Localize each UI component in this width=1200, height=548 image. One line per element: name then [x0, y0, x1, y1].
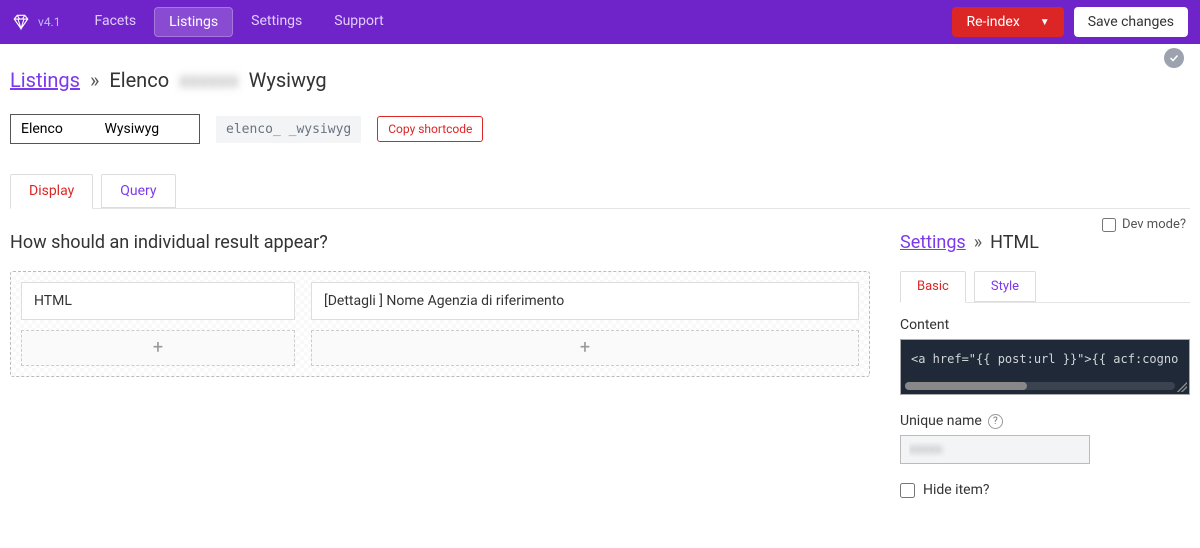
- nav-facets[interactable]: Facets: [80, 7, 150, 37]
- add-item-col1[interactable]: +: [21, 330, 295, 366]
- help-icon[interactable]: ?: [988, 414, 1003, 429]
- breadcrumb-mid: Elenco: [109, 68, 169, 92]
- tab-display[interactable]: Display: [10, 174, 93, 209]
- breadcrumb-sep: »: [90, 68, 99, 92]
- main-tabs: Display Query: [10, 174, 1190, 209]
- settings-tabs: Basic Style: [900, 271, 1190, 303]
- brand: v4.1: [12, 13, 60, 31]
- nav-settings[interactable]: Settings: [237, 7, 316, 37]
- version-label: v4.1: [38, 15, 60, 29]
- settings-bc-leaf: HTML: [990, 232, 1039, 253]
- breadcrumb: Listings » Elenco xxxxxx Wysiwyg: [10, 68, 1190, 92]
- hide-item-checkbox[interactable]: [900, 483, 915, 498]
- dev-mode-checkbox[interactable]: [1102, 218, 1116, 232]
- breadcrumb-tail: Wysiwyg: [249, 68, 327, 92]
- breadcrumb-root[interactable]: Listings: [10, 68, 80, 92]
- slug-display: elenco_ _wysiwyg: [216, 116, 361, 143]
- dev-mode-label: Dev mode?: [1122, 217, 1186, 232]
- settings-bc-root[interactable]: Settings: [900, 232, 966, 253]
- caret-down-icon: ▼: [1040, 17, 1050, 28]
- tab-basic[interactable]: Basic: [900, 271, 966, 303]
- layout-builder: HTML + [Dettagli ] Nome Agenzia di rifer…: [10, 271, 870, 377]
- copy-shortcode-button[interactable]: Copy shortcode: [377, 116, 483, 142]
- hide-item-label: Hide item?: [923, 482, 990, 498]
- diamond-icon: [12, 13, 30, 31]
- breadcrumb-redacted: xxxxxx: [179, 68, 239, 92]
- settings-bc-sep: »: [974, 232, 982, 253]
- main-nav: Facets Listings Settings Support: [80, 7, 397, 37]
- listing-title-input[interactable]: [10, 114, 200, 144]
- save-button[interactable]: Save changes: [1074, 7, 1188, 37]
- h-scrollbar-thumb[interactable]: [905, 382, 1027, 390]
- nav-support[interactable]: Support: [320, 7, 397, 37]
- left-heading: How should an individual result appear?: [10, 232, 870, 253]
- settings-breadcrumb: Settings » HTML: [900, 232, 1190, 253]
- unique-name-label: Unique name ?: [900, 413, 1190, 429]
- status-check-icon: [1164, 48, 1184, 68]
- status-badge-row: [0, 44, 1200, 68]
- reindex-button[interactable]: Re-index ▼: [952, 7, 1063, 37]
- builder-item-html[interactable]: HTML: [21, 282, 295, 320]
- add-item-col2[interactable]: +: [311, 330, 859, 366]
- resize-handle-icon[interactable]: [1177, 382, 1187, 392]
- topbar: v4.1 Facets Listings Settings Support Re…: [0, 0, 1200, 44]
- content-code-editor[interactable]: <a href="{{ post:url }}">{{ acf:cogno: [900, 339, 1190, 395]
- unique-name-input[interactable]: [900, 435, 1090, 464]
- nav-listings[interactable]: Listings: [154, 7, 233, 37]
- reindex-label: Re-index: [966, 14, 1019, 30]
- tab-style[interactable]: Style: [974, 271, 1036, 302]
- content-label: Content: [900, 317, 1190, 333]
- builder-item-dettagli[interactable]: [Dettagli ] Nome Agenzia di riferimento: [311, 282, 859, 320]
- tab-query[interactable]: Query: [101, 174, 175, 208]
